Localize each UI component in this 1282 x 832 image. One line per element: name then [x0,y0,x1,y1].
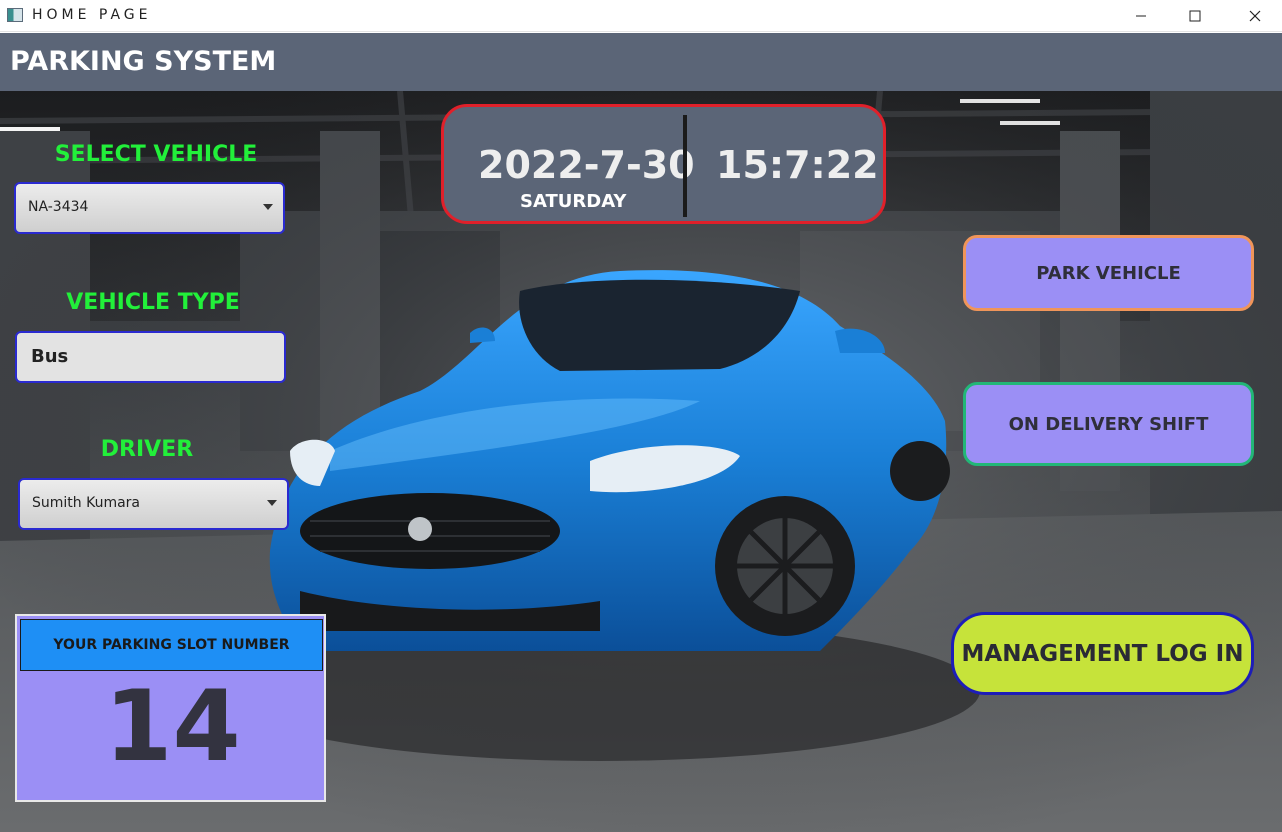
window-titlebar: HOME PAGE [0,0,1282,32]
management-login-button[interactable]: MANAGEMENT LOG IN [951,612,1254,695]
select-vehicle-dropdown[interactable]: NA-3434 [14,182,285,234]
maximize-button[interactable] [1172,0,1218,32]
parking-slot-panel: YOUR PARKING SLOT NUMBER 14 [15,614,326,802]
vehicle-type-label: VEHICLE TYPE [66,290,240,315]
chevron-down-icon [263,204,273,210]
driver-dropdown[interactable]: Sumith Kumara [18,478,289,530]
datetime-divider [683,115,687,217]
vehicle-type-field[interactable]: Bus [15,331,286,383]
chevron-down-icon [267,500,277,506]
time-display: 15:7:22 [716,143,879,187]
vehicle-type-value: Bus [31,346,69,367]
driver-value: Sumith Kumara [32,495,141,511]
driver-label: DRIVER [100,437,194,462]
day-display: SATURDAY [520,191,627,212]
date-display: 2022-7-30 [478,143,695,187]
minimize-button[interactable] [1118,0,1164,32]
app-title: PARKING SYSTEM [10,46,277,77]
minimize-icon [1136,15,1146,17]
select-vehicle-value: NA-3434 [28,199,89,215]
select-vehicle-label: SELECT VEHICLE [54,142,258,167]
app-icon [7,8,23,22]
on-delivery-shift-button[interactable]: ON DELIVERY SHIFT [963,382,1254,466]
window-title: HOME PAGE [32,7,152,23]
close-button[interactable] [1232,0,1278,32]
parking-slot-number: 14 [104,670,241,784]
app-header: PARKING SYSTEM [0,33,1282,91]
park-vehicle-button[interactable]: PARK VEHICLE [963,235,1254,311]
parking-slot-heading: YOUR PARKING SLOT NUMBER [20,619,323,671]
datetime-panel: 2022-7-30 SATURDAY 15:7:22 [441,104,886,224]
maximize-icon [1189,10,1201,22]
close-icon [1249,10,1261,22]
